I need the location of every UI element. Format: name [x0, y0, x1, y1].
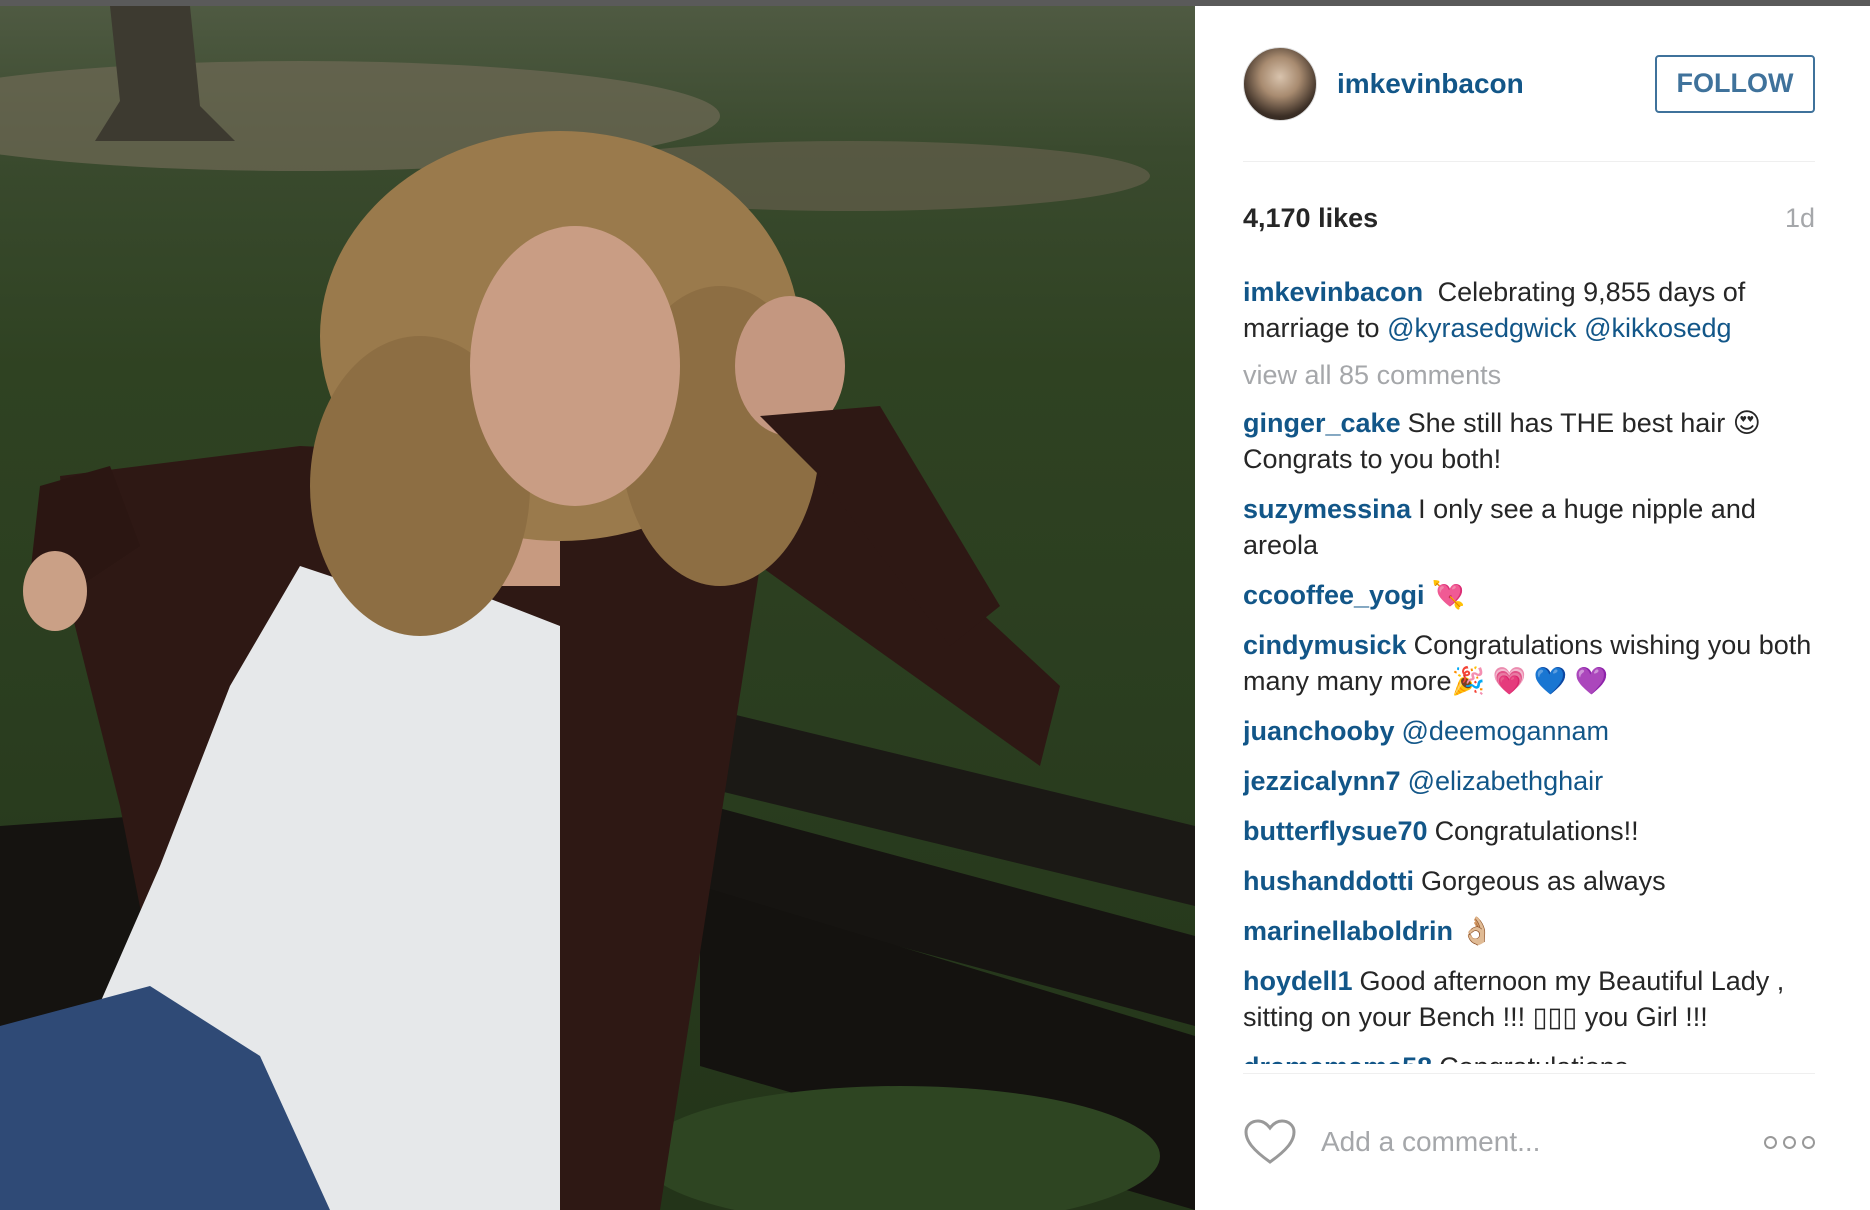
dot: [1802, 1135, 1815, 1149]
post-header: imkevinbacon FOLLOW: [1243, 6, 1815, 162]
comment-item: jezzicalynn7 @elizabethghair: [1243, 763, 1815, 799]
comment-username[interactable]: ccooffee_yogi: [1243, 580, 1425, 610]
comment-text: Congratulations!!: [1434, 816, 1639, 846]
mention-link[interactable]: @kyrasedgwick: [1387, 313, 1576, 343]
comment-username[interactable]: jezzicalynn7: [1243, 766, 1401, 796]
comment-item: juanchooby @deemogannam: [1243, 713, 1815, 749]
comment-item: suzymessina I only see a huge nipple and …: [1243, 491, 1815, 563]
comment-text: Congratulations: [1439, 1052, 1628, 1064]
comment-username[interactable]: marinellaboldrin: [1243, 916, 1453, 946]
avatar[interactable]: [1243, 46, 1317, 121]
comment-username[interactable]: hushanddotti: [1243, 866, 1414, 896]
likes-count[interactable]: 4,170 likes: [1243, 203, 1378, 234]
caption: imkevinbacon Celebrating 9,855 days of m…: [1243, 274, 1815, 346]
comment-username[interactable]: hoydell1: [1243, 966, 1353, 996]
more-options-icon[interactable]: [1764, 1135, 1815, 1149]
comments-list[interactable]: imkevinbacon Celebrating 9,855 days of m…: [1243, 274, 1815, 1064]
comment-item: cindymusick Congratulations wishing you b…: [1243, 627, 1815, 699]
comment-text: 👌🏼: [1460, 916, 1494, 946]
mention-link[interactable]: @kikkosedg: [1584, 313, 1731, 343]
post-meta: 4,170 likes 1d: [1243, 162, 1815, 274]
instagram-post: imkevinbacon FOLLOW 4,170 likes 1d imkev…: [0, 6, 1870, 1210]
comment-text: 💘: [1431, 580, 1466, 610]
comment-item: dramamama58 Congratulations: [1243, 1049, 1815, 1064]
view-all-comments-link[interactable]: view all 85 comments: [1243, 360, 1815, 391]
follow-button[interactable]: FOLLOW: [1655, 54, 1815, 113]
comment-item: marinellaboldrin 👌🏼: [1243, 913, 1815, 949]
post-photo[interactable]: [0, 6, 1195, 1210]
comment-username[interactable]: suzymessina: [1243, 494, 1411, 524]
comment-item: butterflysue70 Congratulations!!: [1243, 813, 1815, 849]
comment-item: ginger_cake She still has THE best hair 😍…: [1243, 405, 1815, 477]
photo-illustration: [0, 6, 1195, 1210]
caption-username[interactable]: imkevinbacon: [1243, 277, 1423, 307]
add-comment-input[interactable]: [1319, 1125, 1764, 1159]
dot: [1783, 1135, 1796, 1149]
comment-item: hushanddotti Gorgeous as always: [1243, 863, 1815, 899]
post-footer: [1243, 1073, 1815, 1210]
comment-rows: ginger_cake She still has THE best hair 😍…: [1243, 405, 1815, 1064]
mention-link[interactable]: @deemogannam: [1402, 716, 1610, 746]
comment-username[interactable]: butterflysue70: [1243, 816, 1428, 846]
comment-username[interactable]: juanchooby: [1243, 716, 1395, 746]
comment-username[interactable]: cindymusick: [1243, 630, 1407, 660]
post-sidebar: imkevinbacon FOLLOW 4,170 likes 1d imkev…: [1195, 6, 1870, 1210]
dot: [1764, 1135, 1777, 1149]
comment-username[interactable]: dramamama58: [1243, 1052, 1432, 1064]
author-username[interactable]: imkevinbacon: [1337, 68, 1655, 100]
comment-item: hoydell1 Good afternoon my Beautiful Lady…: [1243, 963, 1815, 1035]
post-time[interactable]: 1d: [1785, 203, 1815, 234]
comment-text: Gorgeous as always: [1420, 866, 1666, 896]
mention-link[interactable]: @elizabethghair: [1408, 766, 1604, 796]
comment-item: ccooffee_yogi 💘: [1243, 577, 1815, 613]
comment-username[interactable]: ginger_cake: [1243, 408, 1401, 438]
heart-icon[interactable]: [1243, 1118, 1297, 1166]
